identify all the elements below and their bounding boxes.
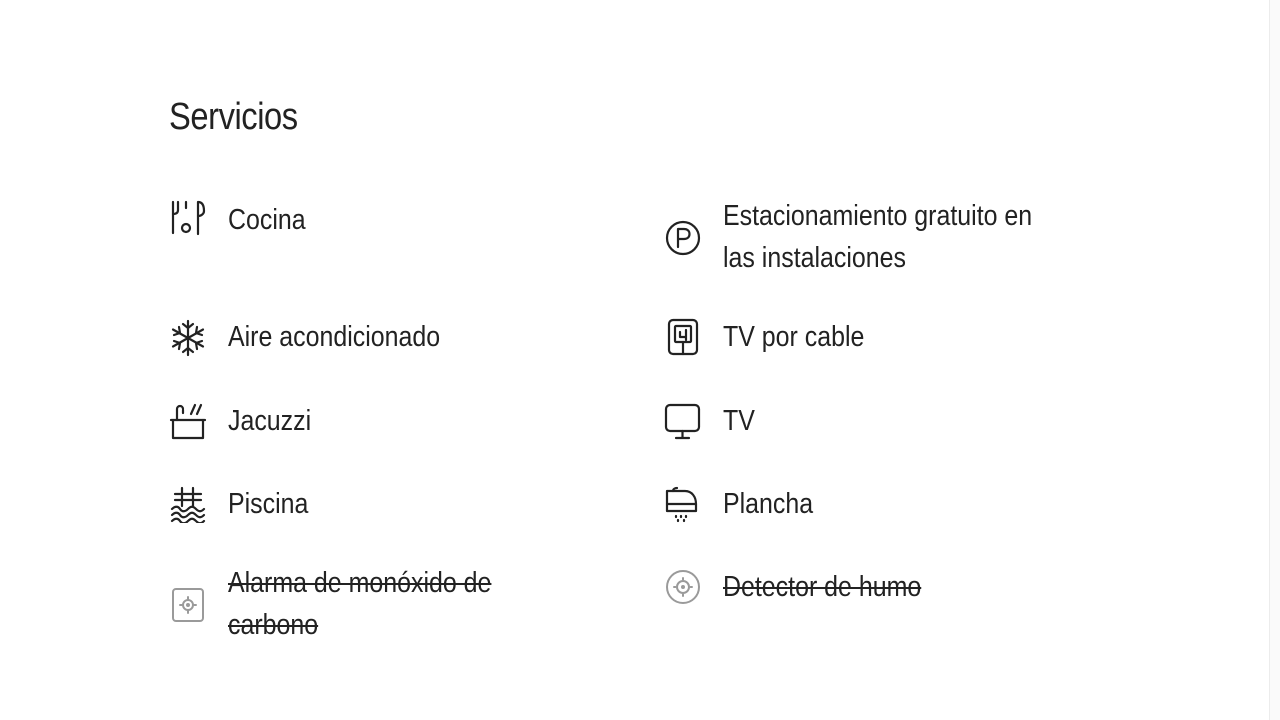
cable-tv-icon: [664, 318, 702, 356]
amenity-parking: Estacionamiento gratuito en las instalac…: [664, 195, 1094, 281]
iron-icon: [664, 485, 702, 523]
amenity-label: Detector de humo: [723, 571, 922, 603]
amenity-label: Cocina: [228, 204, 306, 236]
section-title: Servicios: [169, 96, 298, 138]
snowflake-icon: [169, 319, 207, 357]
amenity-label: Alarma de monóxido de carbono: [228, 567, 492, 641]
amenity-label: Aire acondicionado: [228, 321, 441, 353]
parking-icon: [664, 219, 702, 257]
amenities-page: Servicios Cocina Estacionamiento gratuit…: [0, 0, 1280, 720]
tv-icon: [664, 402, 702, 440]
amenity-air-conditioning: Aire acondicionado: [169, 316, 589, 360]
amenity-tv: TV: [664, 400, 1084, 444]
smoke-detector-icon: [664, 568, 702, 606]
amenity-label: Estacionamiento gratuito en las instalac…: [723, 200, 1033, 274]
page-edge: [1269, 0, 1280, 720]
amenity-label: Jacuzzi: [228, 405, 312, 437]
pool-icon: [169, 485, 207, 523]
co-alarm-icon: [169, 586, 207, 624]
amenity-label: TV: [723, 405, 755, 437]
amenity-iron: Plancha: [664, 483, 1084, 527]
hot-tub-icon: [169, 402, 207, 440]
amenity-label: TV por cable: [723, 321, 865, 353]
amenity-smoke-detector: Detector de humo: [664, 566, 1084, 610]
utensils-icon: [169, 199, 207, 237]
amenity-co-alarm: Alarma de monóxido de carbono: [169, 562, 589, 648]
amenity-hot-tub: Jacuzzi: [169, 400, 589, 444]
amenity-label: Piscina: [228, 488, 309, 520]
amenity-cable-tv: TV por cable: [664, 316, 1084, 360]
amenity-label: Plancha: [723, 488, 814, 520]
amenity-kitchen: Cocina: [169, 199, 589, 243]
amenity-pool: Piscina: [169, 483, 589, 527]
